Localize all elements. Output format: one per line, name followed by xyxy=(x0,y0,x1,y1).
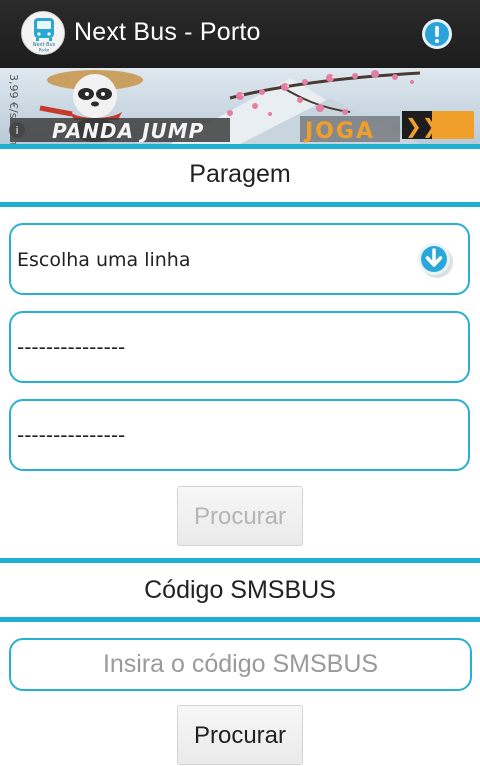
ad-arrow-icon: ❯❯ xyxy=(405,114,439,138)
sms-top-divider xyxy=(0,558,480,563)
ad-cta-text: JOGA xyxy=(303,119,375,144)
info-icon[interactable] xyxy=(421,18,453,50)
ad-info-icon: i xyxy=(15,124,18,137)
paragem-title: Paragem xyxy=(189,160,291,188)
sms-search-button[interactable]: Procurar xyxy=(177,705,303,765)
header-divider xyxy=(0,144,480,149)
app-title: Next Bus - Porto xyxy=(74,18,261,46)
ad-game-name: PANDA JUMP xyxy=(52,119,204,143)
sms-divider xyxy=(0,617,480,622)
direction-select-value: --------------- xyxy=(17,335,126,359)
line-select[interactable]: Escolha uma linha xyxy=(9,223,470,295)
line-select-value: Escolha uma linha xyxy=(17,249,191,271)
sms-code-input[interactable] xyxy=(9,638,472,691)
chevron-down-icon[interactable] xyxy=(416,241,454,279)
paragem-divider xyxy=(0,202,480,207)
action-bar: Next Bus Porto Next Bus - Porto xyxy=(0,0,480,68)
stop-select-value: --------------- xyxy=(17,423,126,447)
paragem-search-button[interactable]: Procurar xyxy=(177,486,303,546)
stop-select[interactable]: --------------- xyxy=(9,399,470,471)
direction-select[interactable]: --------------- xyxy=(9,311,470,383)
logo-text-2: Porto xyxy=(39,48,50,53)
sms-title: Código SMSBUS xyxy=(144,576,336,604)
bus-logo-icon[interactable]: Next Bus Porto xyxy=(21,11,65,55)
ad-banner[interactable]: PANDA JUMP JOGA ❯❯ 3,99 €/s → m i xyxy=(0,68,480,144)
